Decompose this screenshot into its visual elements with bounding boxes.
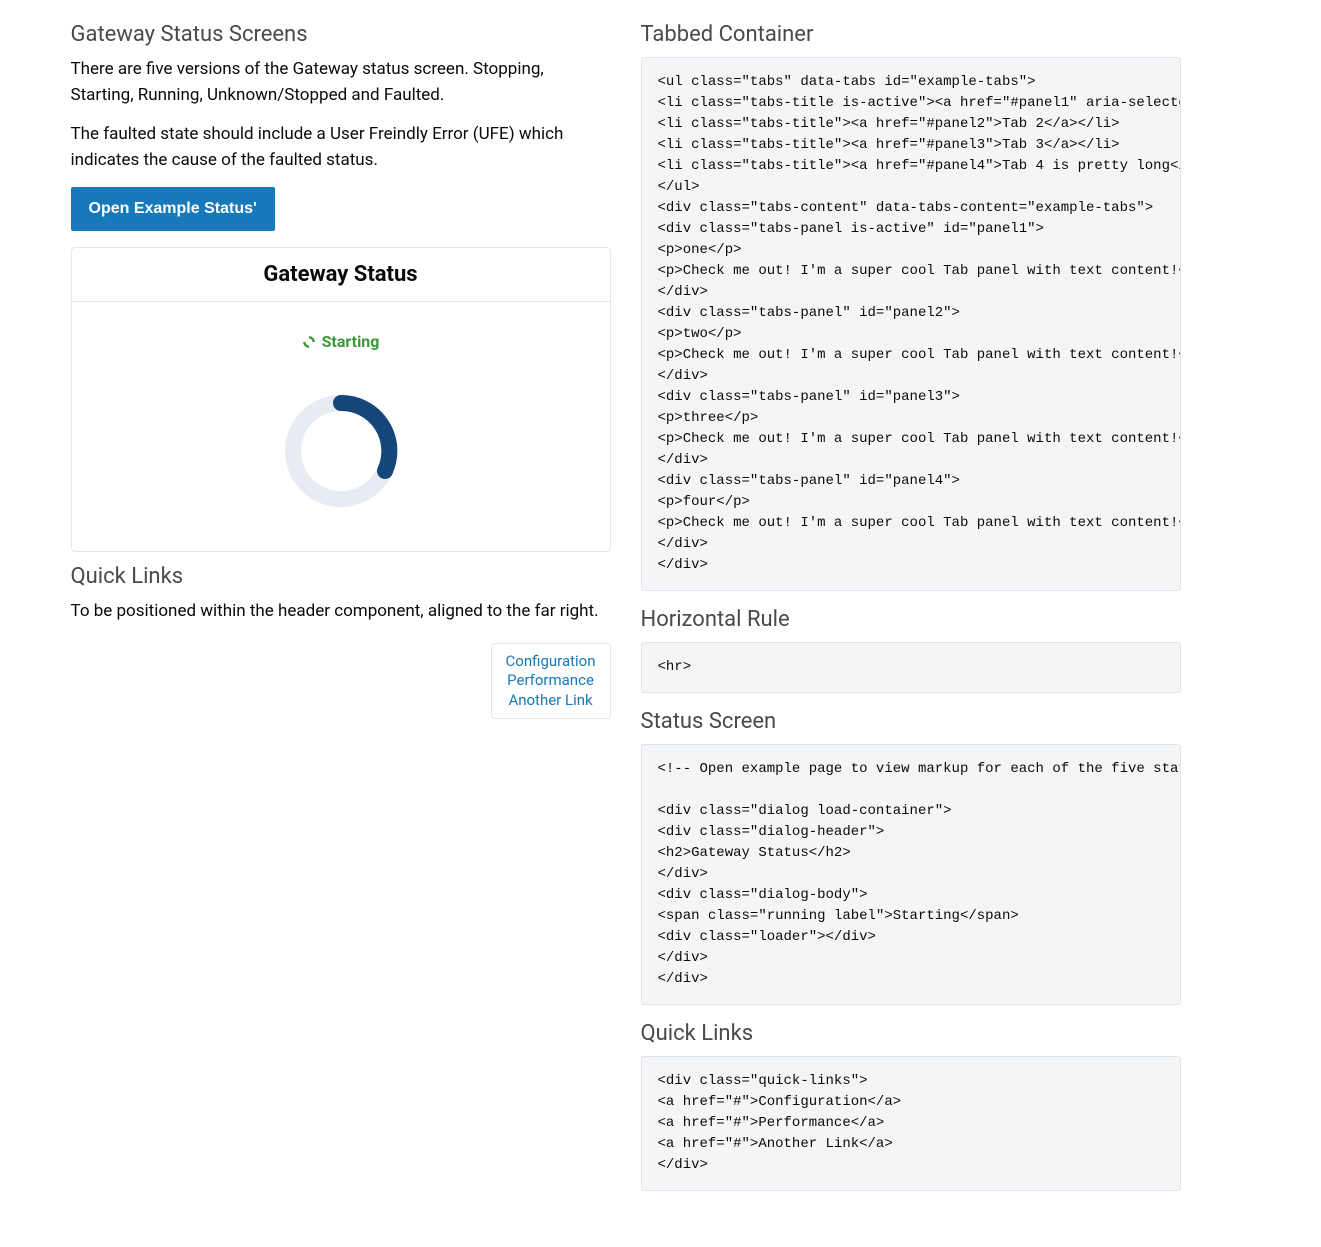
dialog-header: Gateway Status <box>72 248 610 302</box>
spinner-icon <box>302 335 316 349</box>
quick-link-performance[interactable]: Performance <box>506 671 596 691</box>
loader-spinner <box>281 391 401 511</box>
quick-links-code-heading: Quick Links <box>641 1021 1181 1046</box>
open-example-status-button[interactable]: Open Example Status' <box>71 187 275 231</box>
horizontal-rule-heading: Horizontal Rule <box>641 607 1181 632</box>
tabbed-container-heading: Tabbed Container <box>641 22 1181 47</box>
status-screen-heading: Status Screen <box>641 709 1181 734</box>
quick-links-heading: Quick Links <box>71 564 611 589</box>
quick-link-configuration[interactable]: Configuration <box>506 652 596 672</box>
status-label-text: Starting <box>322 332 380 351</box>
dialog-title: Gateway Status <box>88 262 594 287</box>
horizontal-rule-code: <hr> <box>641 642 1181 693</box>
quick-link-another[interactable]: Another Link <box>506 691 596 711</box>
quick-links-box: Configuration Performance Another Link <box>491 643 611 720</box>
gateway-status-heading: Gateway Status Screens <box>71 22 611 47</box>
quick-links-code: <div class="quick-links"> <a href="#">Co… <box>641 1056 1181 1191</box>
dialog-body: Starting <box>72 302 610 551</box>
tabbed-container-code: <ul class="tabs" data-tabs id="example-t… <box>641 57 1181 591</box>
quick-links-desc: To be positioned within the header compo… <box>71 599 611 625</box>
gateway-status-p1: There are five versions of the Gateway s… <box>71 57 611 108</box>
gateway-status-p2: The faulted state should include a User … <box>71 122 611 173</box>
status-screen-code: <!-- Open example page to view markup fo… <box>641 744 1181 1005</box>
gateway-status-dialog: Gateway Status Starting <box>71 247 611 552</box>
status-label: Starting <box>302 332 380 351</box>
